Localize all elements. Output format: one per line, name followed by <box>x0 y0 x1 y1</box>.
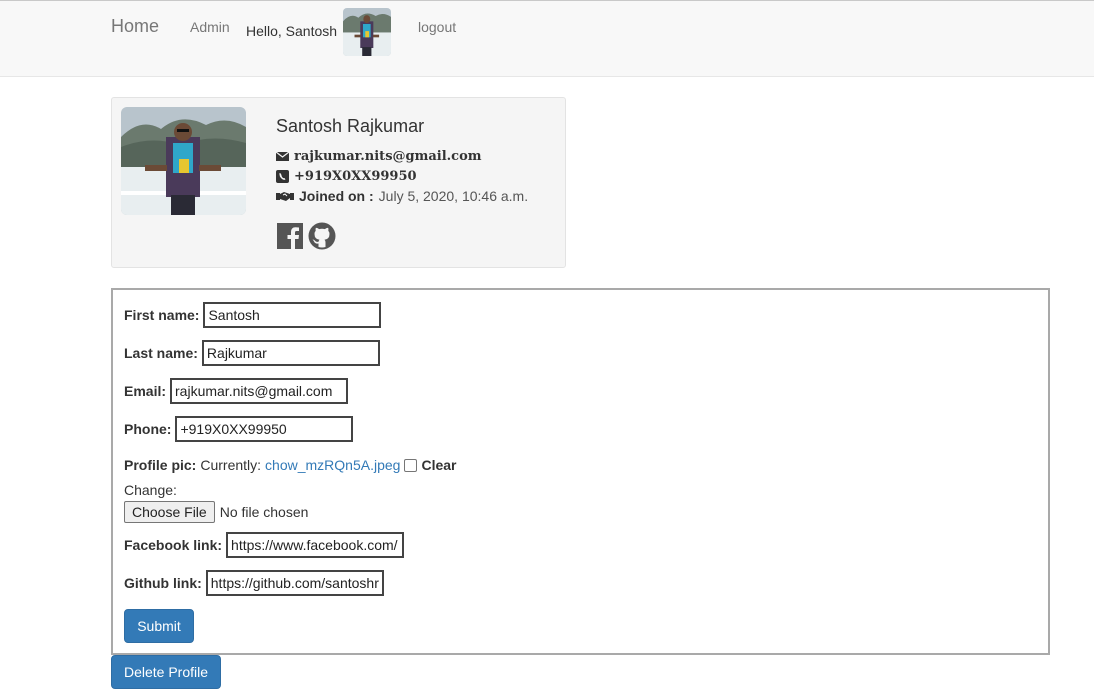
phone-input[interactable] <box>175 416 354 442</box>
email-row: Email: <box>124 378 349 404</box>
facebook-row: Facebook link: <box>124 532 405 558</box>
github-row: Github link: <box>124 570 384 596</box>
first-name-label: First name: <box>124 307 200 323</box>
email-label: Email: <box>124 383 167 399</box>
profile-card: Santosh Rajkumar rajkumar.nits@gmail.com… <box>111 97 566 268</box>
email-input[interactable] <box>170 378 349 404</box>
handshake-icon <box>276 190 294 203</box>
profile-email-line: rajkumar.nits@gmail.com <box>275 149 482 164</box>
current-file-link[interactable]: chow_mzRQn5A.jpeg <box>265 457 400 473</box>
nav-greeting: Hello, Santosh <box>246 23 338 39</box>
nav-admin-link[interactable]: Admin <box>190 19 230 35</box>
navbar: Home Admin Hello, Santosh logout <box>0 0 1094 77</box>
nav-avatar[interactable] <box>343 8 391 56</box>
facebook-label: Facebook link: <box>124 537 223 553</box>
first-name-row: First name: <box>124 302 382 328</box>
delete-profile-button[interactable]: Delete Profile <box>111 655 221 689</box>
profile-edit-form: First name: Last name: Email: Phone: Pro… <box>111 288 1050 655</box>
last-name-label: Last name: <box>124 345 198 361</box>
profile-pic-row: Profile pic: Currently: chow_mzRQn5A.jpe… <box>124 457 456 473</box>
profile-pic-label: Profile pic: <box>124 457 197 473</box>
profile-name: Santosh Rajkumar <box>276 116 425 136</box>
submit-button[interactable]: Submit <box>124 609 194 643</box>
profile-phone-line: +919X0XX99950 <box>276 169 417 184</box>
file-status-text: No file chosen <box>219 504 309 520</box>
last-name-row: Last name: <box>124 340 380 366</box>
last-name-input[interactable] <box>201 340 380 366</box>
clear-checkbox[interactable] <box>404 458 418 472</box>
github-input[interactable] <box>205 570 384 596</box>
facebook-icon[interactable] <box>276 222 304 250</box>
github-label: Github link: <box>124 575 202 591</box>
facebook-input[interactable] <box>226 532 405 558</box>
currently-text: Currently: <box>200 457 262 473</box>
nav-logout-link[interactable]: logout <box>418 19 456 35</box>
phone-row: Phone: <box>124 416 354 442</box>
phone-label: Phone: <box>124 421 172 437</box>
social-links <box>276 222 336 250</box>
file-input-row: Choose File No file chosen <box>124 501 308 523</box>
profile-phone: +919X0XX99950 <box>294 169 417 184</box>
profile-email: rajkumar.nits@gmail.com <box>294 149 482 164</box>
phone-icon <box>276 170 289 183</box>
profile-joined-line: Joined on : July 5, 2020, 10:46 a.m. <box>276 188 528 204</box>
profile-avatar <box>121 107 246 215</box>
envelope-icon <box>275 150 290 163</box>
choose-file-button[interactable]: Choose File <box>124 501 215 523</box>
change-label: Change: <box>124 482 177 498</box>
github-icon[interactable] <box>308 222 336 250</box>
nav-home-link[interactable]: Home <box>111 16 159 37</box>
profile-joined-label: Joined on : <box>299 188 374 204</box>
clear-label: Clear <box>421 457 457 473</box>
first-name-input[interactable] <box>203 302 382 328</box>
profile-joined-value: July 5, 2020, 10:46 a.m. <box>378 188 529 204</box>
